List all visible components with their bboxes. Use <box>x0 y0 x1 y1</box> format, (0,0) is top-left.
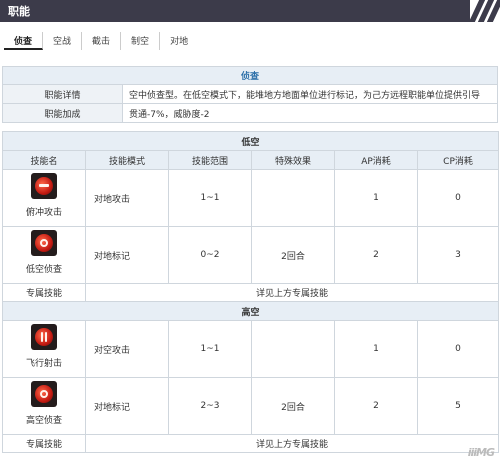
skill-name: 高空侦查 <box>25 416 62 426</box>
watermark: iiiMG <box>467 446 495 459</box>
flight-shot-icon <box>31 324 57 350</box>
skills-table: 低空 技能名 技能模式 技能范围 特殊效果 AP消耗 CP消耗 俯冲攻击 对地攻… <box>1 131 500 453</box>
skill-cp: 5 <box>416 377 500 435</box>
skill-cell: 低空侦查 <box>2 226 86 284</box>
role-detail-value: 空中侦查型。在低空模式下，能堆地方地面单位进行标记，为己方远程职能单位提供引导 <box>122 84 498 104</box>
role-bonus-value: 贯通-7%，威胁度-2 <box>122 103 498 123</box>
role-info-table: 侦查 职能详情 空中侦查型。在低空模式下，能堆地方地面单位进行标记，为己方远程职… <box>2 66 498 123</box>
role-bonus-label: 职能加成 <box>2 103 123 123</box>
header-bar <box>0 0 470 22</box>
skill-effect <box>251 169 335 227</box>
tab-air-superiority[interactable]: 制空 <box>121 32 161 50</box>
skill-mode: 对空攻击 <box>85 320 169 378</box>
section-high-altitude: 高空 <box>1 301 500 321</box>
skill-name: 飞行射击 <box>25 359 62 369</box>
exclusive-skill-note: 详见上方专属技能 <box>84 434 500 453</box>
skill-range: 1~1 <box>168 169 252 227</box>
table-row: 低空侦查 对地标记 0~2 2回合 2 3 <box>2 226 500 284</box>
col-skill-name: 技能名 <box>2 150 86 170</box>
table-row: 高空侦查 对地标记 2~3 2回合 2 5 <box>2 377 500 435</box>
tab-recon[interactable]: 侦查 <box>4 32 44 50</box>
col-ap-cost: AP消耗 <box>334 150 418 170</box>
skill-effect: 2回合 <box>251 226 335 284</box>
page-title: 职能 <box>8 5 30 18</box>
table-row: 俯冲攻击 对地攻击 1~1 1 0 <box>2 169 500 227</box>
high-recon-icon <box>31 381 57 407</box>
header: 职能 <box>0 0 500 24</box>
skill-name: 俯冲攻击 <box>25 208 62 218</box>
dive-attack-icon <box>31 173 57 199</box>
col-skill-mode: 技能模式 <box>85 150 169 170</box>
exclusive-skill-label: 专属技能 <box>2 434 86 453</box>
skill-effect: 2回合 <box>251 377 335 435</box>
skill-ap: 2 <box>334 226 418 284</box>
exclusive-skill-label: 专属技能 <box>2 283 86 302</box>
role-detail-label: 职能详情 <box>2 84 123 104</box>
skill-cp: 0 <box>416 169 500 227</box>
col-skill-range: 技能范围 <box>168 150 252 170</box>
skill-range: 1~1 <box>168 320 252 378</box>
skill-name: 低空侦查 <box>25 265 62 275</box>
table-row: 飞行射击 对空攻击 1~1 1 0 <box>2 320 500 378</box>
exclusive-skill-note: 详见上方专属技能 <box>84 283 500 302</box>
skill-cp: 0 <box>416 320 500 378</box>
skill-cp: 3 <box>416 226 500 284</box>
skill-mode: 对地攻击 <box>85 169 169 227</box>
role-tabs: 侦查 空战 截击 制空 对地 <box>4 32 198 54</box>
skill-cell: 飞行射击 <box>2 320 86 378</box>
skill-mode: 对地标记 <box>85 226 169 284</box>
skill-effect <box>251 320 335 378</box>
skill-ap: 1 <box>334 320 418 378</box>
tab-ground-attack[interactable]: 对地 <box>160 32 198 50</box>
low-recon-icon <box>31 230 57 256</box>
col-cp-cost: CP消耗 <box>416 150 500 170</box>
col-special-effect: 特殊效果 <box>251 150 335 170</box>
skill-mode: 对地标记 <box>85 377 169 435</box>
skill-ap: 2 <box>334 377 418 435</box>
section-low-altitude: 低空 <box>1 131 500 151</box>
skill-cell: 高空侦查 <box>2 377 86 435</box>
tab-intercept[interactable]: 截击 <box>82 32 122 50</box>
skill-range: 2~3 <box>168 377 252 435</box>
skill-ap: 1 <box>334 169 418 227</box>
skill-range: 0~2 <box>168 226 252 284</box>
skill-cell: 俯冲攻击 <box>2 169 86 227</box>
tab-air-combat[interactable]: 空战 <box>43 32 83 50</box>
role-name: 侦查 <box>2 66 498 85</box>
